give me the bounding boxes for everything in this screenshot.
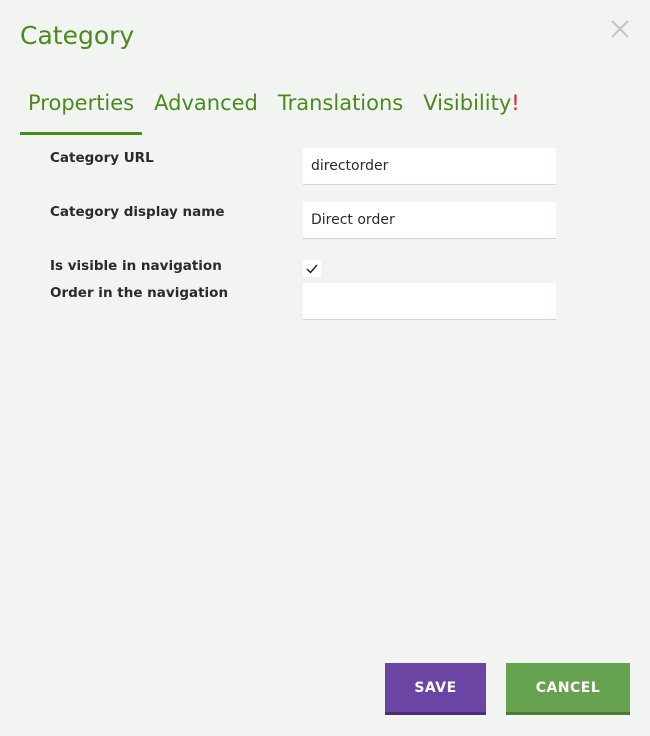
display-name-label: Category display name xyxy=(50,204,225,220)
tab-properties[interactable]: Properties xyxy=(20,88,143,135)
tab-translations[interactable]: Translations xyxy=(270,88,411,135)
dialog-title: Category xyxy=(20,21,135,50)
category-url-input[interactable] xyxy=(303,148,556,185)
close-button[interactable] xyxy=(609,18,631,40)
category-url-label: Category URL xyxy=(50,150,154,166)
cancel-button[interactable]: CANCEL xyxy=(506,663,630,715)
visible-in-navigation-checkbox[interactable] xyxy=(303,260,321,277)
tab-visibility[interactable]: Visibility! xyxy=(415,88,527,135)
tab-visibility-warning: ! xyxy=(511,91,520,115)
tab-visibility-label: Visibility xyxy=(423,91,512,115)
tab-properties-label: Properties xyxy=(28,91,135,115)
save-button[interactable]: SAVE xyxy=(385,663,486,715)
tab-bar: Properties Advanced Translations Visibil… xyxy=(20,88,532,138)
navigation-order-label: Order in the navigation xyxy=(50,285,229,301)
tab-advanced[interactable]: Advanced xyxy=(146,88,266,135)
close-icon xyxy=(611,20,629,38)
tab-advanced-label: Advanced xyxy=(154,91,258,115)
check-icon xyxy=(306,264,318,274)
navigation-order-input[interactable] xyxy=(303,283,556,320)
visible-in-navigation-label: Is visible in navigation xyxy=(50,258,222,274)
display-name-input[interactable] xyxy=(303,202,556,239)
tab-translations-label: Translations xyxy=(277,91,404,115)
